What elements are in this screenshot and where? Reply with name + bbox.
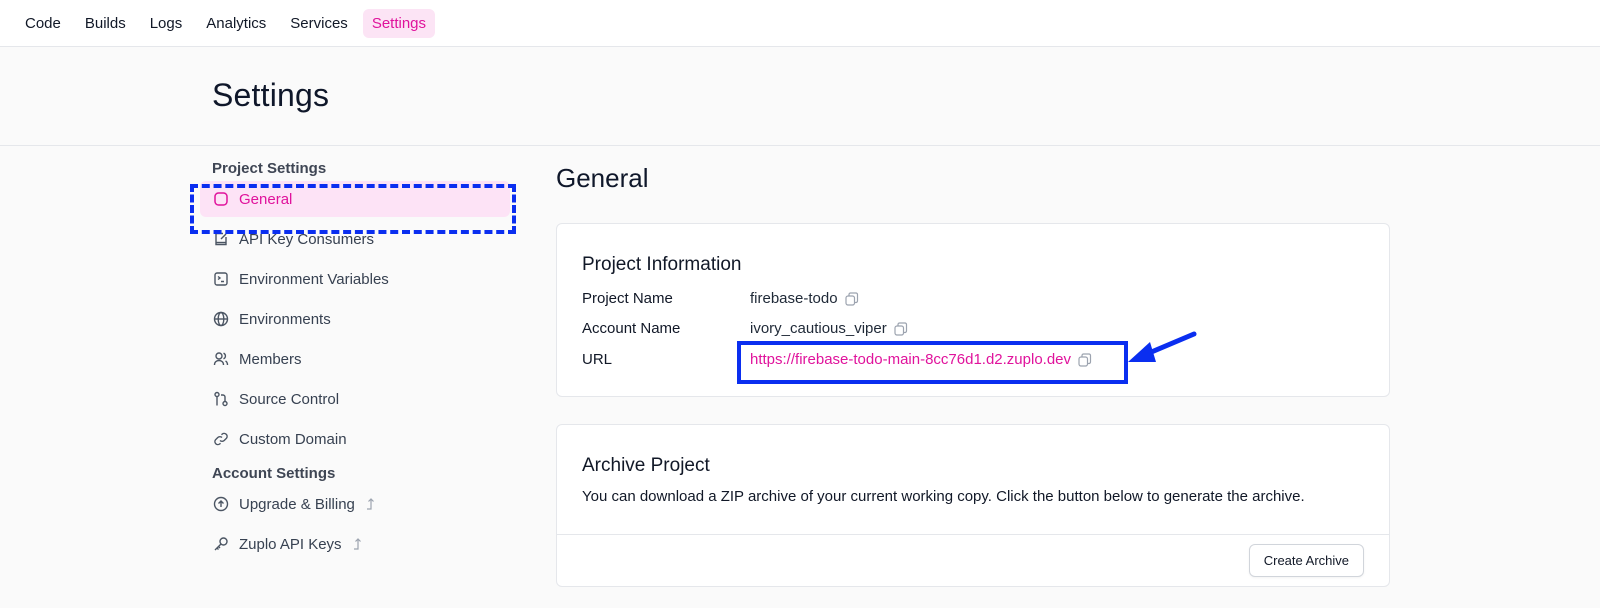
link-icon — [212, 430, 230, 448]
tab-analytics[interactable]: Analytics — [197, 9, 275, 38]
tab-code[interactable]: Code — [16, 9, 70, 38]
account-name-row: Account Name ivory_cautious_viper — [582, 320, 909, 337]
sidebar-item-label: API Key Consumers — [239, 230, 375, 248]
project-information-card: Project Information Project Name firebas… — [556, 223, 1390, 397]
top-navigation: Code Builds Logs Analytics Services Sett… — [0, 0, 1600, 47]
value-text: ivory_cautious_viper — [750, 320, 887, 337]
arrow-up-circle-icon — [212, 495, 230, 513]
sidebar-item-members[interactable]: Members — [200, 341, 510, 377]
tab-settings[interactable]: Settings — [362, 8, 436, 38]
section-title: General — [556, 163, 649, 193]
sidebar-item-label: Environments — [239, 310, 331, 328]
copy-icon[interactable] — [844, 291, 860, 307]
square-icon — [212, 190, 230, 208]
account-name-value: ivory_cautious_viper — [750, 320, 909, 337]
tab-logs[interactable]: Logs — [141, 9, 192, 38]
copy-icon[interactable] — [893, 321, 909, 337]
tab-builds[interactable]: Builds — [76, 9, 135, 38]
key-icon — [212, 535, 230, 553]
url-link[interactable]: https://firebase-todo-main-8cc76d1.d2.zu… — [750, 351, 1093, 368]
users-icon — [212, 350, 230, 368]
copy-icon[interactable] — [1077, 352, 1093, 368]
card-divider — [557, 534, 1389, 535]
project-name-row: Project Name firebase-todo — [582, 290, 860, 307]
tab-services[interactable]: Services — [281, 9, 357, 38]
terminal-icon — [212, 270, 230, 288]
sidebar-item-custom-domain[interactable]: Custom Domain — [200, 421, 510, 457]
sidebar-item-label: Zuplo API Keys — [239, 535, 342, 553]
settings-sidebar: Project Settings General API Key Consume… — [200, 160, 520, 562]
archive-project-card: Archive Project You can download a ZIP a… — [556, 424, 1390, 587]
sidebar-item-general[interactable]: General — [200, 181, 510, 217]
sidebar-item-upgrade-billing[interactable]: Upgrade & Billing — [200, 486, 510, 522]
sidebar-item-label: Upgrade & Billing — [239, 495, 355, 513]
sidebar-item-label: Environment Variables — [239, 270, 389, 288]
value-text: https://firebase-todo-main-8cc76d1.d2.zu… — [750, 351, 1072, 368]
sidebar-item-environments[interactable]: Environments — [200, 301, 510, 337]
globe-icon — [212, 310, 230, 328]
sidebar-item-label: Members — [239, 350, 302, 368]
main-content: General — [556, 160, 1390, 194]
sidebar-item-zuplo-api-keys[interactable]: Zuplo API Keys — [200, 526, 510, 562]
value-text: firebase-todo — [750, 290, 838, 307]
row-label: Project Name — [582, 290, 673, 307]
card-title: Archive Project — [582, 455, 710, 476]
row-label: URL — [582, 351, 613, 368]
external-link-icon — [352, 537, 366, 551]
external-link-icon — [365, 497, 379, 511]
sidebar-item-label: General — [239, 190, 293, 208]
project-settings-heading: Project Settings — [212, 160, 327, 177]
sidebar-item-label: Custom Domain — [239, 430, 347, 448]
sidebar-item-source-control[interactable]: Source Control — [200, 381, 510, 417]
url-row: URL https://firebase-todo-main-8cc76d1.d… — [582, 351, 1093, 368]
account-settings-heading: Account Settings — [212, 465, 336, 482]
create-archive-button[interactable]: Create Archive — [1248, 544, 1364, 577]
sidebar-item-api-key-consumers[interactable]: API Key Consumers — [200, 221, 510, 257]
page-title: Settings — [212, 77, 330, 113]
row-label: Account Name — [582, 320, 681, 337]
git-branch-icon — [212, 390, 230, 408]
page-header: Settings — [0, 47, 1600, 146]
project-name-value: firebase-todo — [750, 290, 860, 307]
archive-description: You can download a ZIP archive of your c… — [582, 488, 1305, 505]
book-edit-icon — [212, 230, 230, 248]
sidebar-item-label: Source Control — [239, 390, 340, 408]
card-title: Project Information — [582, 254, 742, 275]
sidebar-item-environment-variables[interactable]: Environment Variables — [200, 261, 510, 297]
